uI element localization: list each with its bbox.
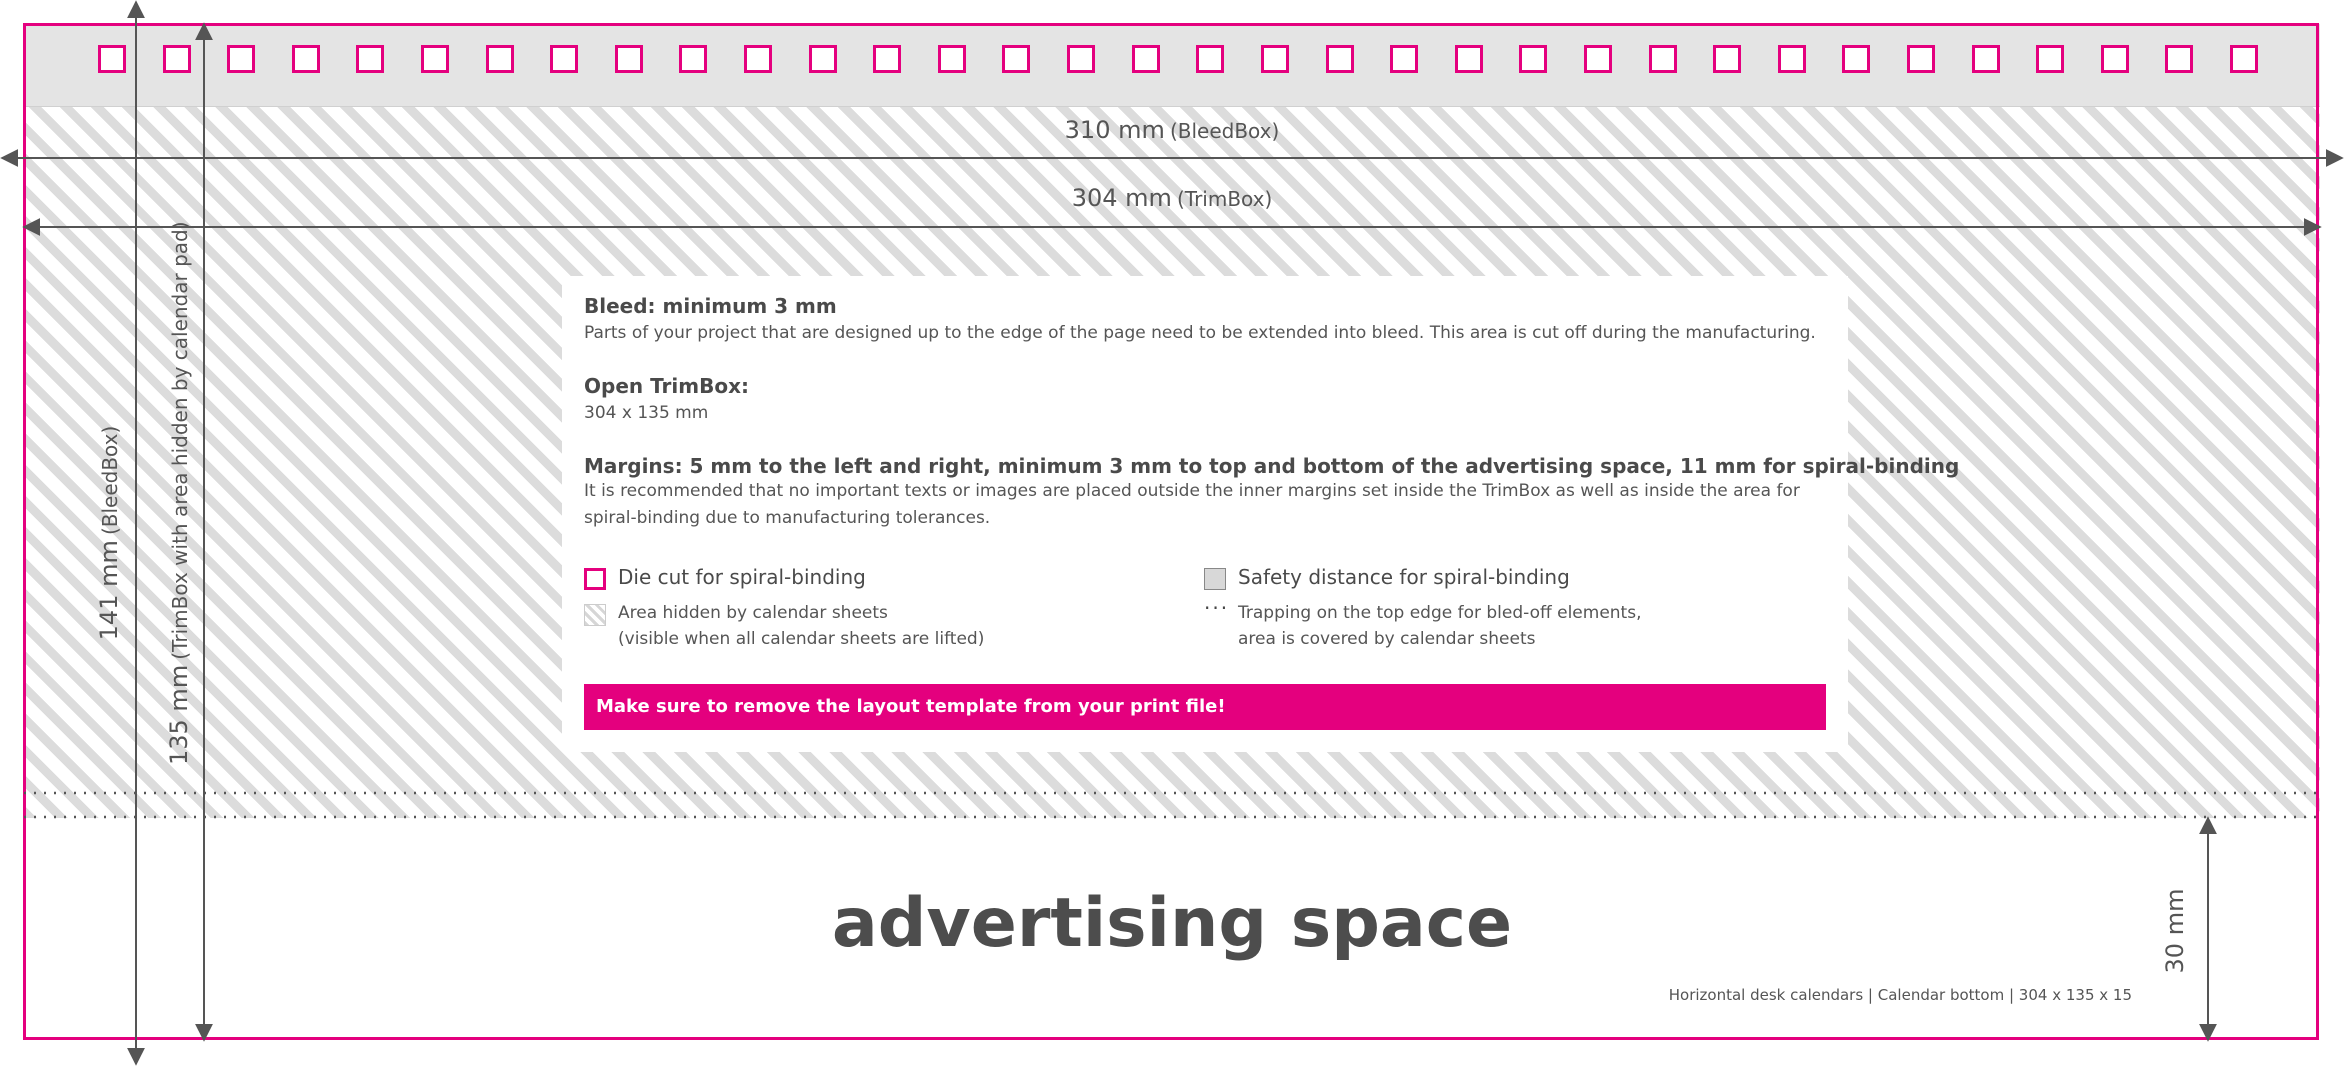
warning-banner: Make sure to remove the layout template … xyxy=(584,684,1826,730)
legend-hidden-line1: Area hidden by calendar sheets xyxy=(618,603,888,623)
trim-width-label: 304 mm (TrimBox) xyxy=(0,184,2344,212)
bleed-height-box: (BleedBox) xyxy=(98,425,122,536)
trim-height-label: 135 mm (TrimBox with area hidden by cale… xyxy=(165,221,195,765)
legend-safety: Safety distance for spiral-binding xyxy=(1238,565,1570,589)
trim-width-box: (TrimBox) xyxy=(1176,187,1273,211)
bleed-width-value: 310 mm xyxy=(1064,116,1165,144)
margins-text: It is recommended that no important text… xyxy=(584,481,1800,528)
advertising-space-label: advertising space xyxy=(831,884,1513,963)
bleed-width-label: 310 mm (BleedBox) xyxy=(0,116,2344,144)
trimbox-title: Open TrimBox: xyxy=(584,374,749,398)
trim-height-box: (TrimBox with area hidden by calendar pa… xyxy=(168,221,192,660)
bleed-height-value: 141 mm xyxy=(95,540,123,641)
footer-info: Horizontal desk calendars | Calendar bot… xyxy=(1668,986,2132,1004)
trapping-legend-icon: ··· xyxy=(1204,596,1230,620)
calendar-template: 310 mm (BleedBox) 304 mm (TrimBox) 141 m… xyxy=(0,0,2344,1066)
hidden-area-legend-icon xyxy=(584,604,606,626)
legend-die-cut: Die cut for spiral-binding xyxy=(618,565,866,589)
margins-title: Margins: 5 mm to the left and right, min… xyxy=(584,454,1960,478)
legend-trapping-line1: Trapping on the top edge for bled-off el… xyxy=(1238,603,1642,623)
legend-trapping-line2: area is covered by calendar sheets xyxy=(1238,629,1536,649)
info-panel: Bleed: minimum 3 mm Parts of your projec… xyxy=(562,276,1959,752)
bleed-width-box: (BleedBox) xyxy=(1169,119,1280,143)
safety-legend-icon xyxy=(1204,568,1226,590)
trimbox-text: 304 x 135 mm xyxy=(584,403,709,423)
bleed-text: Parts of your project that are designed … xyxy=(584,323,1816,343)
bleed-title: Bleed: minimum 3 mm xyxy=(584,294,837,318)
trim-width-value: 304 mm xyxy=(1071,184,1172,212)
bleed-height-label: 141 mm (BleedBox) xyxy=(95,333,125,733)
legend-hidden-line2: (visible when all calendar sheets are li… xyxy=(618,629,985,649)
die-cut-legend-icon xyxy=(584,568,606,590)
trim-height-value: 135 mm xyxy=(165,664,193,765)
